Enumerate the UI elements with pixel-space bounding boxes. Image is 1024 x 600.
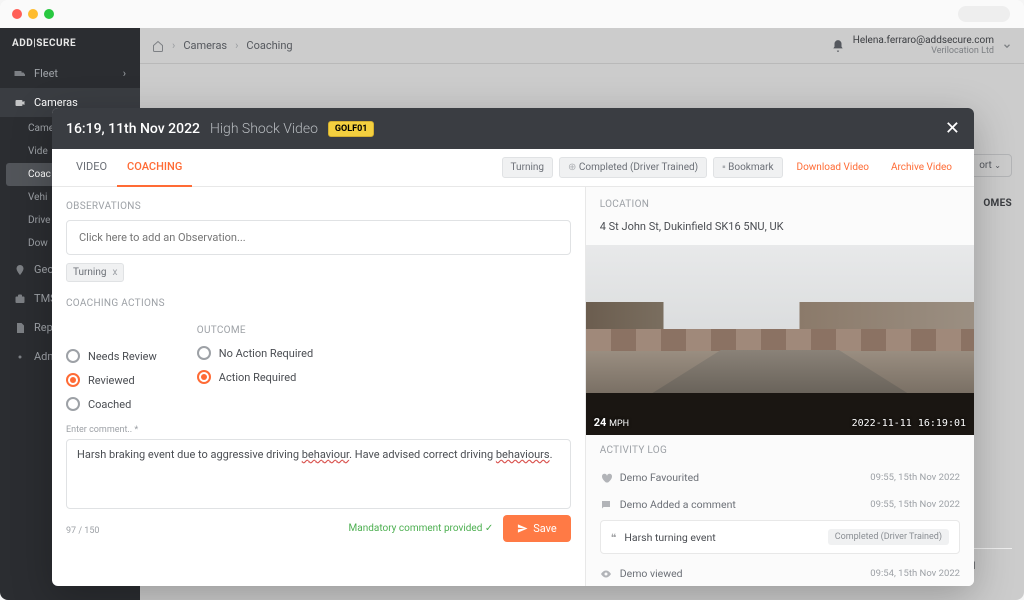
radio-reviewed[interactable]: Reviewed <box>66 373 157 387</box>
activity-row: Demo Favourited09:55, 15th Nov 2022 <box>600 464 960 491</box>
save-button[interactable]: Save <box>503 515 571 542</box>
radio-needs-review[interactable]: Needs Review <box>66 349 157 363</box>
video-timestamp-overlay: 2022-11-11 16:19:01 <box>852 418 966 429</box>
mandatory-ok-text: Mandatory comment provided ✓ <box>349 523 494 534</box>
user-email: Helena.ferraro@addsecure.com <box>853 35 994 46</box>
activity-log-label: ACTIVITY LOG <box>600 445 960 456</box>
breadcrumb-cameras[interactable]: Cameras <box>183 39 227 52</box>
outcome-label: OUTCOME <box>197 325 313 336</box>
radio-coached[interactable]: Coached <box>66 397 157 411</box>
video-speed-overlay: 24 MPH <box>594 416 629 429</box>
download-video-link[interactable]: Download Video <box>789 158 877 177</box>
nav-fleet-label: Fleet <box>34 67 58 80</box>
radio-action-required[interactable]: Action Required <box>197 370 313 384</box>
modal-title: High Shock Video <box>210 121 318 137</box>
briefcase-icon <box>14 293 26 305</box>
nav-fleet[interactable]: Fleet › <box>0 59 140 88</box>
document-icon <box>14 322 26 334</box>
activity-status-pill: Completed (Driver Trained) <box>828 529 949 545</box>
truck-icon <box>14 68 26 80</box>
send-icon <box>517 523 528 534</box>
quote-icon: ❝ <box>611 531 617 544</box>
eye-icon <box>600 568 612 580</box>
home-icon[interactable] <box>152 40 164 52</box>
comment-textarea[interactable]: Harsh braking event due to aggressive dr… <box>66 439 571 509</box>
remove-tag-button[interactable]: x <box>113 267 118 278</box>
char-count: 97 / 150 <box>66 526 99 536</box>
video-thumbnail[interactable]: 24 MPH 2022-11-11 16:19:01 <box>586 245 974 435</box>
modal-timestamp: 16:19, 11th Nov 2022 <box>66 121 200 137</box>
modal-vehicle-badge: GOLF01 <box>328 121 374 137</box>
coaching-actions-label: COACHING ACTIONS <box>66 298 571 309</box>
radio-no-action[interactable]: No Action Required <box>197 346 313 360</box>
bell-icon[interactable] <box>831 39 845 53</box>
close-window-icon[interactable] <box>12 9 22 19</box>
tab-video[interactable]: VIDEO <box>66 148 117 187</box>
window-titlebar <box>0 0 1024 28</box>
minimize-window-icon[interactable] <box>28 9 38 19</box>
activity-row: Demo Added a comment09:55, 15th Nov 2022 <box>600 491 960 518</box>
chevron-down-icon[interactable] <box>1002 41 1012 51</box>
outcomes-heading: OMES <box>983 198 1012 209</box>
observations-label: OBSERVATIONS <box>66 201 571 212</box>
modal-tabs: VIDEO COACHING Turning ⊕ Completed (Driv… <box>52 149 974 187</box>
topbar: › Cameras › Coaching Helena.ferraro@adds… <box>140 28 1024 64</box>
brand-logo: ADD|SECURE <box>0 28 140 59</box>
archive-video-link[interactable]: Archive Video <box>883 158 960 177</box>
export-button[interactable]: ort ⌄ <box>968 154 1012 177</box>
tab-coaching[interactable]: COACHING <box>117 148 192 187</box>
url-pill <box>958 6 1010 22</box>
activity-quote: ❝ Harsh turning event Completed (Driver … <box>600 520 960 554</box>
location-address: 4 St John St, Dukinfield SK16 5NU, UK <box>600 220 960 233</box>
comment-label: Enter comment.. * <box>66 425 571 435</box>
chip-turning[interactable]: Turning <box>502 157 554 178</box>
location-label: LOCATION <box>600 199 960 210</box>
user-org: Verilocation Ltd <box>853 46 994 56</box>
modal-header: 16:19, 11th Nov 2022 High Shock Video GO… <box>52 108 974 149</box>
heart-icon <box>600 472 612 484</box>
user-menu[interactable]: Helena.ferraro@addsecure.com Verilocatio… <box>831 35 1012 56</box>
details-panel: LOCATION 4 St John St, Dukinfield SK16 5… <box>585 187 974 586</box>
breadcrumb-coaching[interactable]: Coaching <box>246 39 292 52</box>
maximize-window-icon[interactable] <box>44 9 54 19</box>
coaching-modal: 16:19, 11th Nov 2022 High Shock Video GO… <box>52 108 974 586</box>
gear-icon <box>14 351 26 363</box>
chip-completed[interactable]: ⊕ Completed (Driver Trained) <box>559 157 707 178</box>
chip-bookmark[interactable]: ▪ Bookmark <box>713 157 782 178</box>
coaching-form: OBSERVATIONS Turning x COACHING ACTIONS … <box>52 187 585 586</box>
observation-tag-turning: Turning x <box>66 263 124 282</box>
comment-icon <box>600 499 612 511</box>
pin-icon <box>14 264 26 276</box>
activity-row: Demo viewed09:54, 15th Nov 2022 <box>600 560 960 586</box>
close-modal-button[interactable]: ✕ <box>945 118 960 139</box>
camera-icon <box>14 97 26 109</box>
breadcrumb: › Cameras › Coaching <box>152 39 825 52</box>
observation-input[interactable] <box>66 220 571 255</box>
